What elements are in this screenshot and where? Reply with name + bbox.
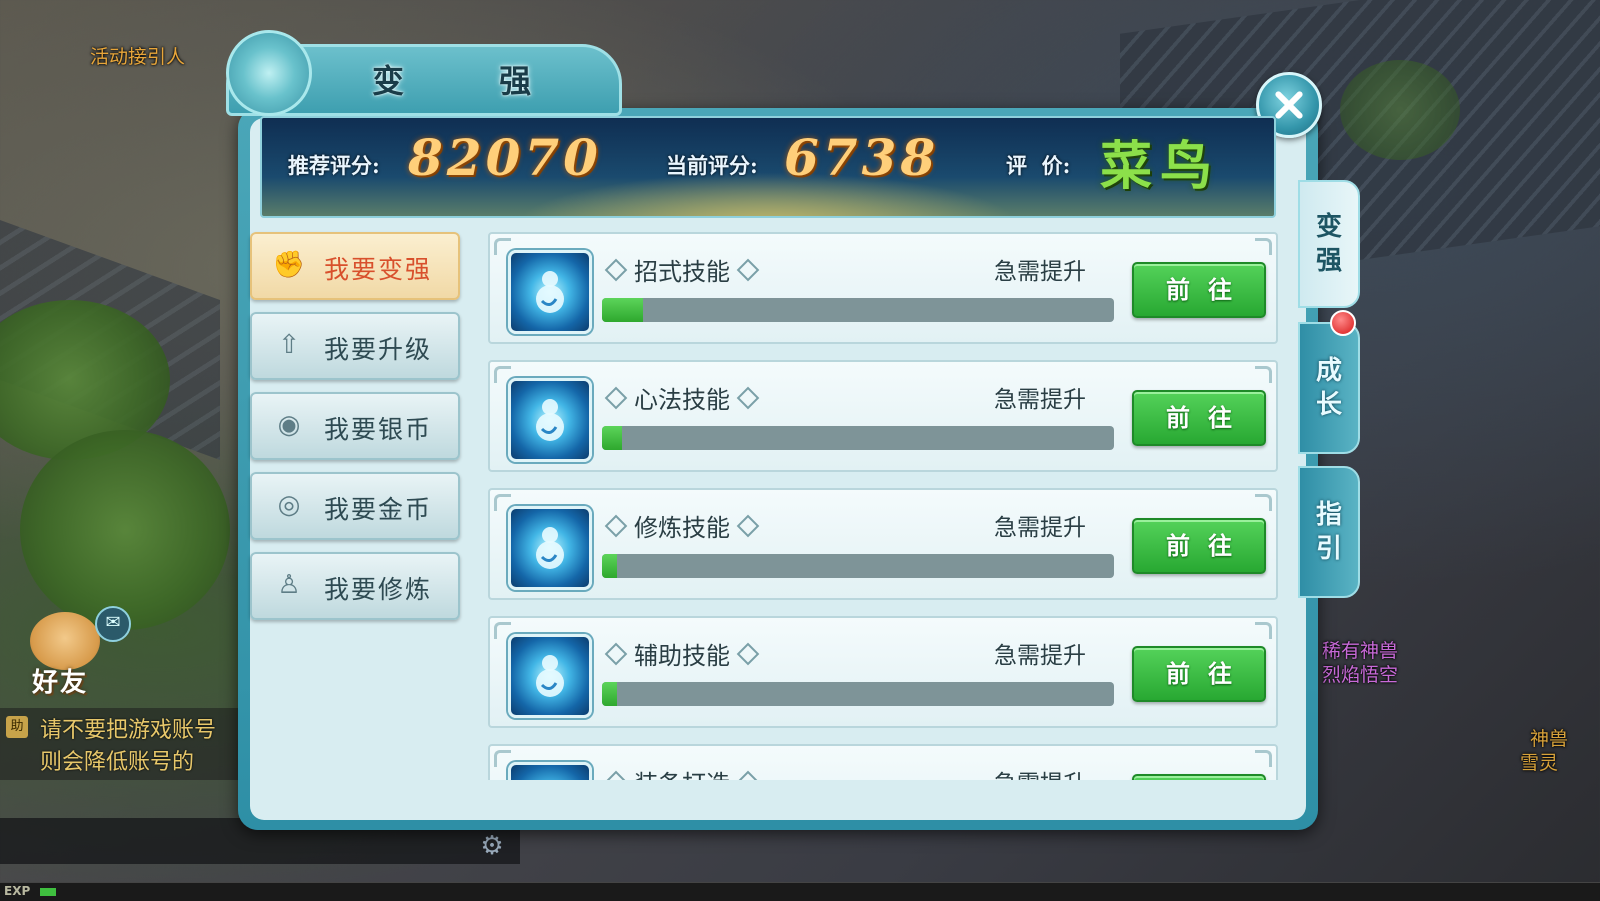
tab-growth[interactable]: 成长 — [1298, 322, 1360, 454]
progress-fill — [602, 554, 618, 578]
task-name-text: 招式技能 — [634, 258, 730, 286]
tab-label: 成长 — [1315, 356, 1342, 420]
current-score-label: 当前评分: — [666, 153, 758, 178]
silver-coin-icon: ◉ — [277, 410, 301, 440]
task-name: 修炼技能 — [598, 508, 766, 543]
diamond-icon — [736, 514, 760, 538]
meditate-icon: ♙ — [277, 570, 301, 600]
go-button[interactable]: 前往 — [1132, 518, 1266, 574]
go-button[interactable]: 前往 — [1132, 390, 1266, 446]
progress-bar — [602, 682, 1114, 706]
chat-line-1: 请不要把游戏账号 — [40, 718, 217, 743]
task-status: 急需提升 — [994, 387, 1086, 413]
task-status: 急需提升 — [994, 643, 1086, 669]
progress-bar — [602, 298, 1114, 322]
diamond-icon — [604, 386, 628, 410]
menu-item-level-up[interactable]: ⇧ 我要升级 — [250, 312, 460, 380]
npc-label-top[interactable]: 活动接引人 — [90, 42, 185, 69]
diamond-icon — [736, 642, 760, 666]
tab-strengthen[interactable]: 变强 — [1298, 180, 1360, 308]
menu-item-gold[interactable]: ◎ 我要金币 — [250, 472, 460, 540]
chat-box[interactable]: 助 请不要把游戏账号 则会降低账号的 — [0, 708, 240, 780]
gourd-icon — [508, 506, 592, 590]
panel-title: 变 强 — [372, 62, 574, 100]
task-status: 急需提升 — [994, 515, 1086, 541]
mail-icon[interactable]: ✉ — [95, 606, 131, 642]
npc-label-divine-beast[interactable]: 神兽 — [1530, 724, 1568, 751]
task-name-text: 修炼技能 — [634, 514, 730, 542]
diamond-icon — [604, 642, 628, 666]
go-button[interactable]: 前往 — [1132, 774, 1266, 780]
menu-item-label: 我要升级 — [324, 335, 433, 364]
chat-tag: 助 — [6, 716, 28, 738]
npc-label-rare-beast[interactable]: 稀有神兽 — [1322, 636, 1398, 663]
task-name-text: 辅助技能 — [634, 642, 730, 670]
recommended-score-value: 82070 — [408, 128, 602, 187]
menu-item-label: 我要变强 — [324, 255, 433, 284]
progress-fill — [602, 426, 623, 450]
current-score-value: 6738 — [784, 128, 940, 187]
progress-bar — [602, 554, 1114, 578]
npc-label-divine-beast-name[interactable]: 雪灵 — [1520, 748, 1558, 775]
cloud-swirl-icon — [226, 30, 312, 116]
gourd-icon — [508, 634, 592, 718]
task-row: 招式技能 急需提升 前往 — [488, 232, 1278, 344]
task-status: 急需提升 — [994, 259, 1086, 285]
task-status: 急需提升 — [994, 764, 1086, 780]
menu-item-cultivate[interactable]: ♙ 我要修炼 — [250, 552, 460, 620]
diamond-icon — [604, 770, 628, 780]
task-name-text: 心法技能 — [634, 386, 730, 414]
exp-fill — [40, 888, 56, 896]
exp-bar — [0, 882, 1600, 901]
progress-fill — [602, 298, 643, 322]
gourd-icon — [508, 250, 592, 334]
friend-label: 好友 — [32, 668, 89, 698]
recommended-score-label: 推荐评分: — [288, 153, 380, 178]
menu-item-label: 我要金币 — [324, 495, 433, 524]
task-row: 辅助技能 急需提升 前往 — [488, 616, 1278, 728]
fist-icon: ✊ — [272, 250, 306, 280]
rating-value: 菜鸟 — [1100, 136, 1221, 197]
diamond-icon — [736, 258, 760, 282]
npc-label-rare-beast-name[interactable]: 烈焰悟空 — [1322, 660, 1398, 687]
gold-coin-icon: ◎ — [277, 490, 301, 520]
tab-label: 变强 — [1315, 212, 1342, 276]
gourd-icon — [508, 762, 592, 780]
task-name-text: 装备打造 — [634, 770, 730, 780]
task-name: 辅助技能 — [598, 636, 766, 671]
tab-guide[interactable]: 指引 — [1298, 466, 1360, 598]
task-row: 装备打造 急需提升 前往 — [488, 744, 1278, 780]
task-row: 心法技能 急需提升 前往 — [488, 360, 1278, 472]
notification-badge — [1330, 310, 1356, 336]
go-button[interactable]: 前往 — [1132, 262, 1266, 318]
menu-item-label: 我要银币 — [324, 415, 433, 444]
progress-fill — [602, 682, 618, 706]
task-list[interactable]: 招式技能 急需提升 前往 心法技能 急需提升 前往 修炼技能 急需提升 前往 辅… — [488, 232, 1280, 780]
task-row: 修炼技能 急需提升 前往 — [488, 488, 1278, 600]
gear-icon[interactable]: ⚙ — [478, 832, 506, 860]
chat-line-2: 则会降低账号的 — [40, 750, 195, 775]
diamond-icon — [736, 770, 760, 780]
diamond-icon — [736, 386, 760, 410]
menu-item-strengthen[interactable]: ✊ 我要变强 — [250, 232, 460, 300]
menu-item-silver[interactable]: ◉ 我要银币 — [250, 392, 460, 460]
diamond-icon — [604, 258, 628, 282]
task-name: 招式技能 — [598, 252, 766, 287]
menu-item-label: 我要修炼 — [324, 575, 433, 604]
arrow-up-icon: ⇧ — [278, 330, 300, 360]
tab-label: 指引 — [1315, 500, 1342, 564]
task-name: 装备打造 — [598, 764, 766, 780]
rating-label: 评 价: — [1006, 153, 1071, 178]
gourd-icon — [508, 378, 592, 462]
diamond-icon — [604, 514, 628, 538]
task-name: 心法技能 — [598, 380, 766, 415]
go-button[interactable]: 前往 — [1132, 646, 1266, 702]
exp-label: EXP — [4, 884, 31, 898]
progress-bar — [602, 426, 1114, 450]
